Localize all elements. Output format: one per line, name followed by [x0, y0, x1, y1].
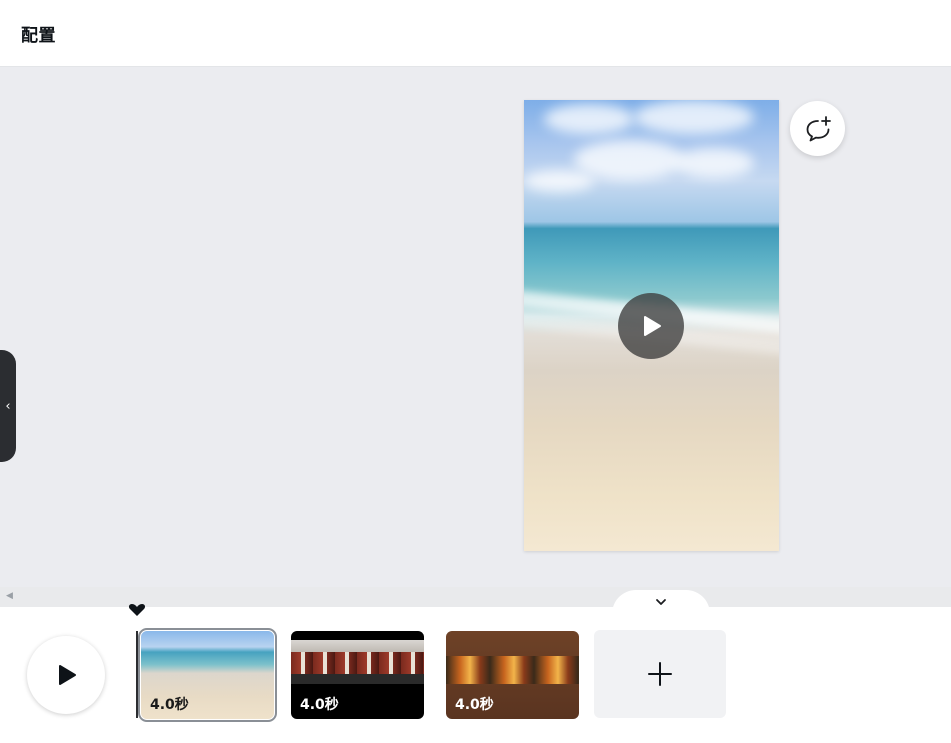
playhead-line[interactable]	[136, 631, 138, 718]
timeline-clip[interactable]: 4.0秒	[138, 628, 277, 722]
timeline-play-button[interactable]	[27, 636, 105, 714]
side-panel-toggle[interactable]: ‹	[0, 350, 16, 462]
cloud-shape	[674, 148, 754, 178]
chevron-left-icon: ‹	[5, 398, 11, 414]
clip-duration: 4.0秒	[455, 697, 494, 713]
clip-thumbnail	[291, 640, 424, 684]
scroll-left-icon[interactable]: ◀	[6, 591, 13, 601]
heart-marker-icon	[128, 604, 146, 616]
video-preview[interactable]	[524, 100, 779, 551]
timeline-clip[interactable]: 4.0秒	[446, 631, 579, 719]
preview-play-button[interactable]	[618, 293, 684, 359]
chevron-down-icon	[656, 599, 666, 605]
cloud-shape	[524, 170, 594, 192]
top-bar: 配置	[0, 0, 951, 67]
play-icon	[59, 665, 76, 685]
clip-duration: 4.0秒	[300, 697, 339, 713]
cloud-shape	[634, 100, 754, 134]
cloud-shape	[574, 140, 684, 180]
add-comment-icon	[806, 115, 831, 141]
page-title: 配置	[21, 26, 56, 46]
cloud-shape	[544, 104, 634, 134]
timeline: 4.0秒 4.0秒 4.0秒	[0, 604, 951, 743]
play-icon	[644, 316, 661, 336]
playhead-handle[interactable]	[128, 602, 146, 621]
add-clip-button[interactable]	[594, 630, 726, 718]
canvas-area: ‹	[0, 67, 951, 587]
clip-duration: 4.0秒	[150, 697, 189, 713]
add-comment-button[interactable]	[790, 101, 845, 156]
timeline-clip[interactable]: 4.0秒	[291, 631, 424, 719]
plus-icon	[648, 662, 672, 686]
clip-thumbnail	[446, 656, 579, 684]
